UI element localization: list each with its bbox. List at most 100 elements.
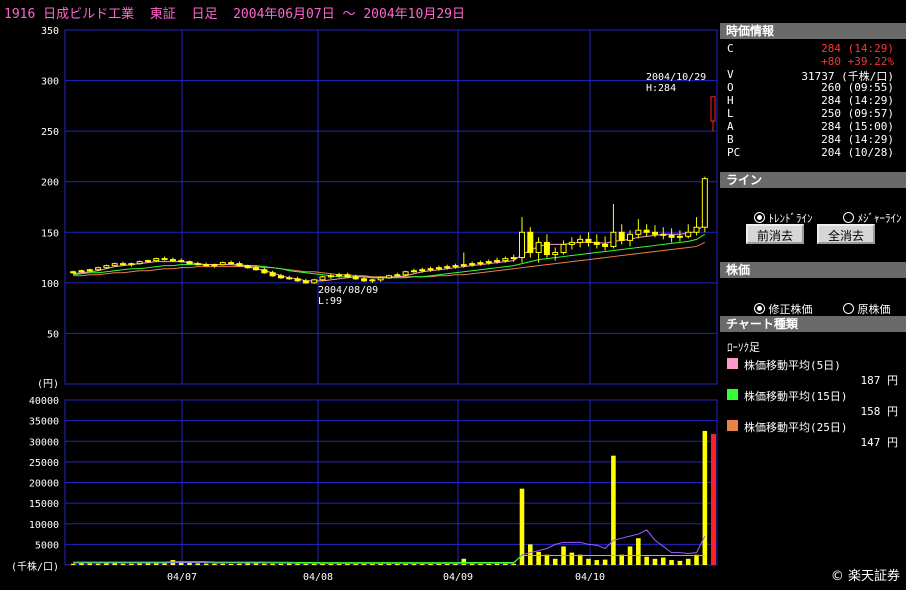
candle-label[interactable]: ﾛｰｿｸ足	[727, 339, 760, 355]
x-tick-label: 04/09	[443, 572, 473, 583]
candle-body	[568, 241, 575, 245]
candle-body	[444, 266, 451, 269]
volume-bar	[544, 554, 550, 565]
price-tick-label: 100	[41, 279, 59, 290]
candle-body	[676, 235, 683, 238]
copyright: © 楽天証券	[830, 569, 900, 584]
x-tick-label: 04/08	[303, 572, 333, 583]
candle-body	[311, 279, 318, 284]
volume-bar	[203, 563, 209, 565]
last-volume-bar	[711, 434, 716, 565]
volume-tick-label: 20000	[29, 479, 59, 490]
ma15-line	[73, 233, 706, 279]
candle-body	[344, 274, 351, 278]
candle-body	[585, 238, 592, 243]
candle-body	[427, 268, 434, 271]
price-tick-label: 350	[41, 26, 59, 37]
volume-bar	[237, 563, 242, 565]
candle-body	[552, 252, 559, 256]
quote-row-pc: PC 204 (10/28)	[720, 146, 906, 159]
price-tick-label: 300	[41, 77, 59, 88]
trend-line-radio[interactable]	[753, 212, 765, 223]
volume-bar	[328, 563, 334, 565]
candle-body	[435, 267, 442, 270]
volume-bar	[519, 488, 525, 565]
adjusted-price-label: 修正株価	[768, 303, 813, 316]
last-candle-body	[710, 96, 716, 122]
candle-body	[602, 243, 609, 247]
candle-body	[253, 267, 260, 271]
volume-bar	[702, 430, 708, 565]
volume-ma2-line	[73, 555, 705, 564]
legend-swatch	[727, 358, 738, 369]
quote-label: B	[727, 133, 734, 146]
volume-bar	[245, 563, 250, 565]
adjusted-price-radio[interactable]	[753, 303, 765, 314]
candle-body	[701, 178, 708, 228]
quote-value: 260 (09:55)	[821, 81, 894, 94]
legend-swatch	[727, 389, 738, 400]
prev-clear-button[interactable]: 前消去	[746, 224, 804, 244]
volume-bar	[311, 563, 317, 565]
quote-value: 284 (14:29)	[821, 42, 894, 55]
quote-row-a: A 284 (15:00)	[720, 120, 906, 133]
legend-label: 株価移動平均(25日)	[744, 421, 848, 434]
volume-bar	[95, 563, 101, 565]
candle-body	[527, 231, 534, 254]
volume-bar	[569, 552, 575, 565]
candle-body	[352, 276, 359, 280]
quote-value: 204 (10/28)	[821, 146, 894, 159]
candle-body	[286, 277, 293, 280]
candle-body	[128, 263, 135, 266]
volume-ma-line	[73, 529, 706, 565]
volume-bar	[602, 559, 608, 565]
candle-body	[70, 271, 77, 274]
candle-body	[560, 243, 567, 254]
candle-body	[627, 233, 634, 241]
volume-bar	[461, 558, 467, 565]
ma25-line	[73, 241, 706, 278]
original-price-radio[interactable]	[842, 303, 854, 314]
all-clear-button[interactable]: 全消去	[817, 224, 875, 244]
quote-row-o: O 260 (09:55)	[720, 81, 906, 94]
candle-body	[269, 272, 276, 277]
volume-bar	[611, 455, 616, 565]
volume-bar	[419, 563, 425, 565]
measure-line-radio[interactable]	[842, 212, 854, 223]
candle-body	[402, 271, 409, 276]
candle-body	[635, 229, 642, 235]
candle-body	[369, 279, 376, 282]
candle-body	[394, 274, 401, 277]
x-tick-label: 04/10	[575, 572, 605, 583]
low-annotation-value: L:99	[318, 296, 342, 307]
volume-bar	[162, 563, 167, 565]
volume-bar	[395, 563, 400, 565]
volume-tick-label: 15000	[29, 499, 59, 510]
candle-body	[261, 269, 268, 274]
high-annotation: 2004/10/29	[646, 72, 706, 83]
volume-bar	[594, 560, 600, 565]
quote-panel: 時価情報 C 284 (14:29) +80 +39.22% V 31737 (千株/口…	[720, 23, 906, 163]
volume-tick-label: 35000	[29, 417, 59, 428]
price-panel: 株価 修正株価 原株価	[720, 262, 906, 316]
quote-label: O	[727, 81, 734, 94]
volume-bar	[262, 563, 267, 565]
candle-body	[377, 277, 384, 281]
candle-body	[211, 264, 218, 267]
candle-body	[277, 275, 284, 279]
volume-bar	[87, 563, 93, 565]
volume-bar	[336, 563, 342, 565]
candle-body	[319, 276, 326, 281]
candle-body	[95, 267, 102, 271]
candle-body	[361, 278, 368, 282]
volume-bar	[444, 563, 450, 565]
volume-bar	[411, 563, 417, 565]
candle-body	[336, 274, 343, 277]
candle-body	[153, 258, 160, 262]
quote-label: H	[727, 94, 734, 107]
quote-row-h: H 284 (14:29)	[720, 94, 906, 107]
candle-body	[452, 265, 459, 268]
volume-bar	[220, 563, 226, 565]
candle-body	[111, 263, 118, 267]
candle-body	[460, 264, 467, 267]
